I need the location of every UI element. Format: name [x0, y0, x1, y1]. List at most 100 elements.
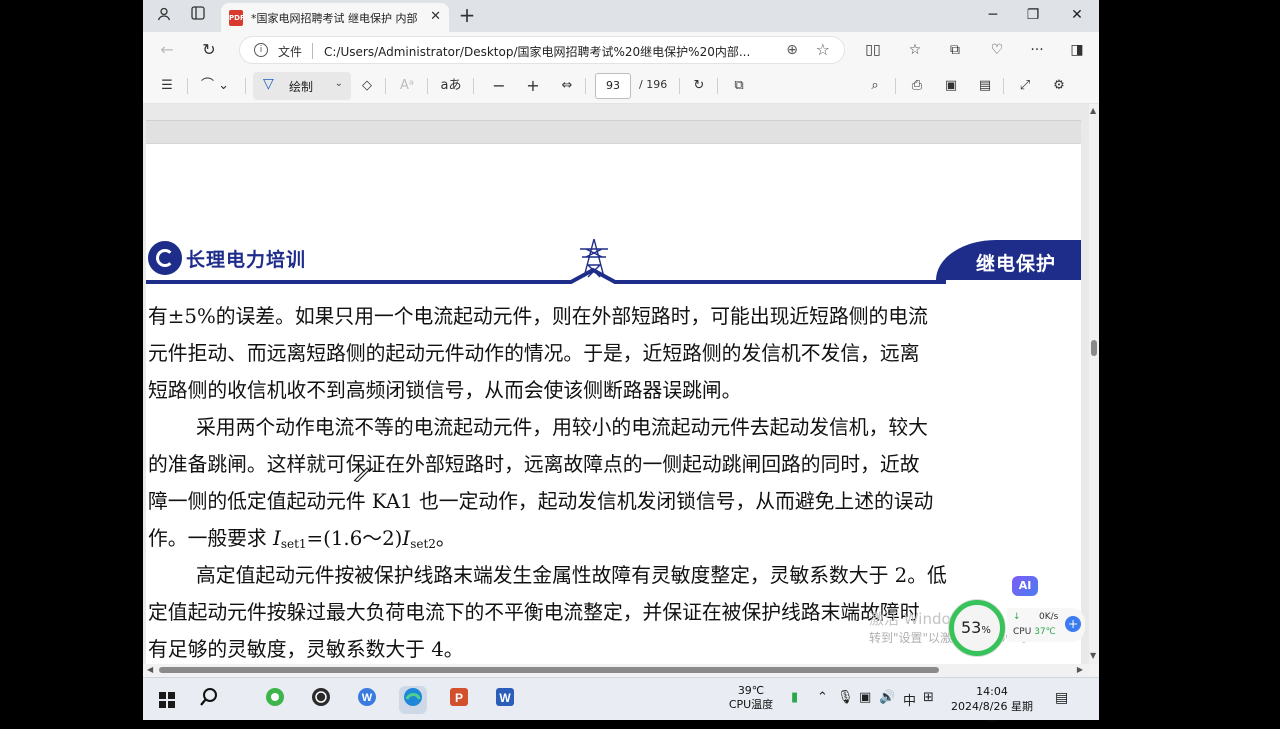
- toolbar-divider: [187, 78, 188, 94]
- tab-close-icon[interactable]: ✕: [430, 9, 441, 24]
- network-icon[interactable]: ▣: [859, 690, 871, 705]
- url-text[interactable]: C:/Users/Administrator/Desktop/国家电网招聘考试%…: [324, 43, 764, 60]
- text-line: 采用两个动作电流不等的电流起动元件，用较小的电流起动元件去起动发信机，较大: [196, 416, 928, 439]
- battery-icon[interactable]: ▮: [791, 690, 798, 705]
- site-info-icon[interactable]: i: [254, 43, 268, 57]
- text-line: 高定值起动元件按被保护线路末端发生金属性故障有灵敏度整定，灵敏系数大于 2。低: [196, 564, 947, 587]
- save-icon[interactable]: ▣: [941, 76, 961, 96]
- text-icon[interactable]: Aᵃ: [397, 76, 417, 96]
- cpu-label: CPU: [1013, 627, 1032, 637]
- clock-time: 14:04: [976, 685, 1008, 698]
- address-bar-row: ← ↻ i 文件 C:/Users/Administrator/Desktop/…: [143, 32, 1099, 68]
- restore-button[interactable]: ❐: [1013, 4, 1053, 28]
- print-icon[interactable]: ⎙: [907, 76, 927, 96]
- keyboard-icon[interactable]: ⊞: [923, 690, 934, 705]
- svg-text:W: W: [362, 692, 373, 704]
- formula-subscript: set2: [410, 537, 436, 551]
- volume-icon[interactable]: 🔊: [879, 690, 895, 705]
- close-window-button[interactable]: ✕: [1057, 4, 1097, 28]
- text-line: 短路侧的收信机收不到高频闭锁信号，从而会使该侧断路器误跳闸。: [148, 379, 742, 402]
- temp-value: 39℃: [737, 684, 765, 697]
- wps-icon[interactable]: W: [353, 686, 381, 714]
- vertical-scrollbar[interactable]: ▲ ▼: [1089, 104, 1099, 664]
- cpu-temp: 37℃: [1034, 627, 1056, 637]
- settings-gear-icon[interactable]: ⚙: [1049, 76, 1069, 96]
- text-line: 有±5%的误差。如果只用一个电流起动元件，则在外部短路时，可能出现近短路侧的电流: [148, 305, 928, 328]
- microphone-icon[interactable]: 🎙: [837, 690, 854, 705]
- toolbar-divider: [1003, 78, 1004, 94]
- text-line: 的准备跳闸。这样就可保证在外部短路时，远离故障点的一侧起动跳闸回路的同时，近故: [148, 453, 920, 476]
- formula-subscript: set1: [280, 537, 307, 551]
- page-number-input[interactable]: 93: [595, 73, 631, 99]
- fullscreen-icon[interactable]: ⤢: [1015, 76, 1035, 96]
- more-menu-icon[interactable]: ···: [1025, 39, 1049, 61]
- profile-icon[interactable]: [153, 6, 175, 26]
- search-icon[interactable]: ⌕: [865, 76, 885, 96]
- chevron-up-icon[interactable]: ⌃: [817, 690, 828, 705]
- scroll-thumb[interactable]: [159, 667, 939, 673]
- highlight-icon[interactable]: ⌒ ⌄: [195, 76, 235, 96]
- back-button[interactable]: ←: [155, 39, 179, 61]
- previous-page-edge: [146, 120, 1081, 144]
- ime-indicator[interactable]: 中: [903, 690, 916, 709]
- obs-icon[interactable]: [307, 686, 335, 714]
- favorite-star-icon[interactable]: ☆: [816, 40, 830, 59]
- page-view-icon[interactable]: ⧉: [729, 76, 749, 96]
- scroll-up-icon[interactable]: ▲: [1090, 106, 1096, 115]
- split-screen-icon[interactable]: ▯▯: [861, 39, 885, 61]
- zoom-icon[interactable]: ⊕: [786, 42, 798, 58]
- rotate-icon[interactable]: ↻: [689, 76, 709, 96]
- eraser-icon[interactable]: ◇: [357, 76, 377, 96]
- new-tab-button[interactable]: +: [453, 4, 481, 28]
- svg-text:P: P: [455, 691, 463, 705]
- draw-label: 绘制: [289, 80, 314, 94]
- save-as-icon[interactable]: ▤: [975, 76, 995, 96]
- scroll-down-icon[interactable]: ▼: [1090, 651, 1096, 660]
- edge-icon[interactable]: [399, 686, 427, 714]
- browser-green-icon[interactable]: [261, 686, 289, 714]
- add-widget-icon[interactable]: +: [1065, 616, 1081, 632]
- favorites-icon[interactable]: ☆: [903, 39, 927, 61]
- cpu-temperature-widget[interactable]: 39℃ CPU温度: [723, 684, 779, 712]
- read-aloud-button[interactable]: aあ: [439, 76, 463, 96]
- scroll-thumb[interactable]: [1091, 340, 1097, 356]
- fit-page-icon[interactable]: ⇔: [557, 76, 577, 96]
- contents-icon[interactable]: ☰: [157, 76, 177, 96]
- windows-start-icon[interactable]: [153, 686, 181, 714]
- pdf-viewport[interactable]: 长理电力培训 继电保护 有±5%的误差。如果只用一个电流起动元件，则在外部短路时…: [143, 104, 1089, 664]
- chevron-down-icon[interactable]: ⌄: [335, 78, 343, 89]
- clock[interactable]: 14:04 2024/8/26 星期一: [947, 684, 1037, 729]
- word-icon[interactable]: W: [491, 686, 519, 714]
- workspaces-icon[interactable]: [187, 6, 209, 26]
- temp-label: CPU温度: [728, 698, 774, 711]
- extensions-icon[interactable]: ♡: [985, 39, 1009, 61]
- tab-title: *国家电网招聘考试 继电保护 内部: [251, 12, 418, 25]
- notification-icon[interactable]: ▤: [1055, 690, 1068, 706]
- scroll-left-icon[interactable]: ◀: [147, 665, 153, 674]
- pen-cursor-icon: [353, 467, 370, 482]
- tab-active[interactable]: PDF *国家电网招聘考试 继电保护 内部 ✕: [221, 3, 449, 32]
- draw-button[interactable]: ▽ 绘制 ⌄: [253, 72, 351, 100]
- scroll-right-icon[interactable]: ▶: [1077, 665, 1083, 674]
- sidebar-toggle-icon[interactable]: ◨: [1065, 39, 1089, 61]
- net-speed: 0K/s: [1039, 612, 1059, 622]
- pdf-file-icon: PDF: [229, 10, 245, 26]
- refresh-button[interactable]: ↻: [197, 39, 221, 61]
- powerpoint-icon[interactable]: P: [445, 686, 473, 714]
- minimize-button[interactable]: ─: [973, 4, 1013, 28]
- collections-icon[interactable]: ⧉: [943, 39, 967, 61]
- toolbar-divider: [427, 78, 428, 94]
- horizontal-scrollbar[interactable]: ◀ ▶: [143, 664, 1089, 676]
- clock-date: 2024/8/26 星期一: [951, 700, 1033, 728]
- zoom-out-icon[interactable]: −: [491, 76, 507, 96]
- zoom-in-icon[interactable]: +: [525, 76, 541, 96]
- search-icon[interactable]: [195, 686, 223, 714]
- page-total: / 196: [639, 78, 668, 91]
- toolbar-divider: [679, 78, 680, 94]
- browser-window: PDF *国家电网招聘考试 继电保护 内部 ✕ + ─ ❐ ✕ ← ↻ i 文件…: [143, 0, 1099, 720]
- perf-percent: 53: [961, 618, 982, 637]
- pen-icon: ▽: [263, 76, 274, 92]
- address-field[interactable]: i 文件 C:/Users/Administrator/Desktop/国家电网…: [239, 36, 845, 64]
- performance-ring[interactable]: 53%: [949, 600, 1005, 656]
- ai-assistant-badge[interactable]: AI: [1012, 576, 1038, 596]
